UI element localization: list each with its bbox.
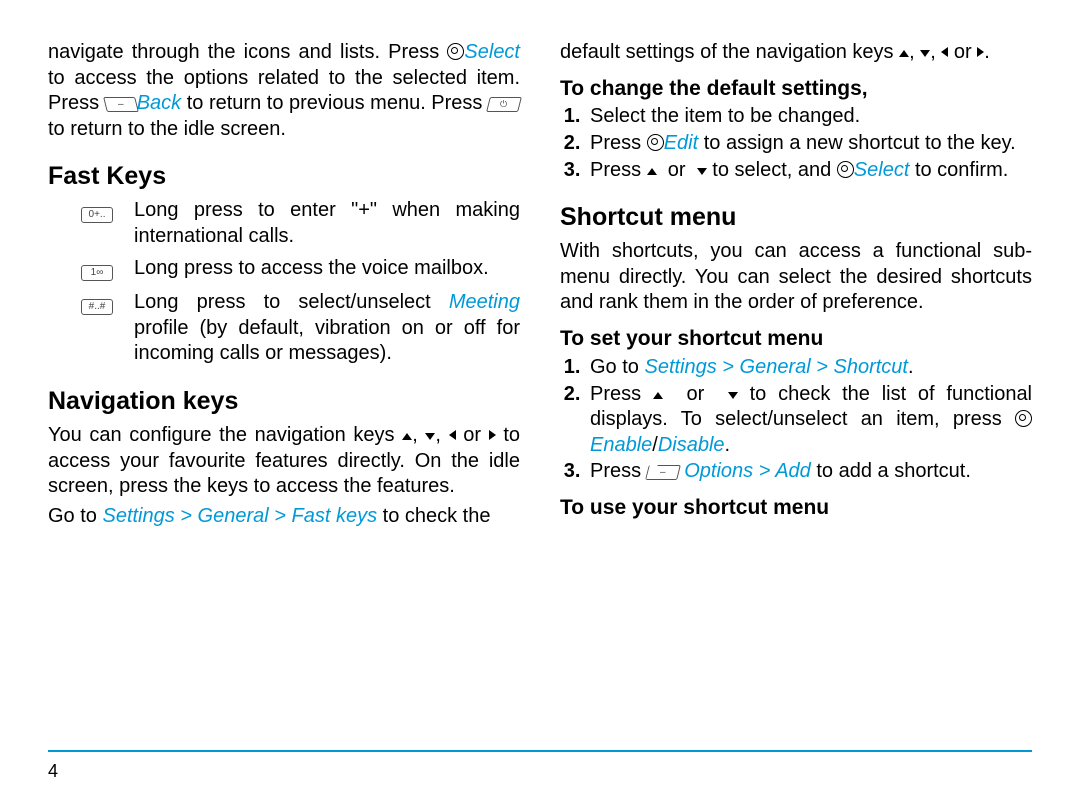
- key-0: 0+..: [81, 207, 113, 223]
- left-column: navigate through the icons and lists. Pr…: [48, 40, 520, 533]
- set-shortcut-steps: Go to Settings > General > Shortcut. Pre…: [560, 355, 1032, 485]
- softkey-end-icon: ⏻: [486, 97, 522, 112]
- meeting-profile: Meeting: [449, 291, 520, 313]
- shortcut-paragraph: With shortcuts, you can access a functio…: [560, 239, 1032, 316]
- up-icon: [653, 392, 663, 399]
- list-item: Press or to check the list of functional…: [586, 382, 1032, 459]
- disable-action: Disable: [658, 434, 725, 456]
- edit-action: Edit: [664, 132, 698, 154]
- heading-navigation-keys: Navigation keys: [48, 385, 520, 417]
- page-number: 4: [48, 761, 58, 782]
- up-icon: [647, 168, 657, 175]
- back-action: Back: [137, 92, 181, 114]
- footer-rule: [48, 750, 1032, 752]
- nav-circle-icon: [447, 43, 464, 60]
- fast-key-row: 0+.. Long press to enter "+" when making…: [78, 198, 520, 249]
- key-1: 1∞: [81, 265, 113, 281]
- softkey-right-icon: –: [103, 97, 139, 112]
- up-icon: [402, 433, 412, 440]
- list-item: Press or to select, and Select to confir…: [586, 158, 1032, 184]
- heading-change-defaults: To change the default settings,: [560, 76, 1032, 103]
- down-icon: [920, 50, 930, 57]
- left-icon: [941, 47, 948, 57]
- change-defaults-steps: Select the item to be changed. Press Edi…: [560, 104, 1032, 183]
- continued-paragraph: default settings of the navigation keys …: [560, 40, 1032, 66]
- intro-paragraph: navigate through the icons and lists. Pr…: [48, 40, 520, 142]
- down-icon: [728, 392, 738, 399]
- select-action: Select: [464, 41, 520, 63]
- left-icon: [449, 430, 456, 440]
- right-column: default settings of the navigation keys …: [560, 40, 1032, 533]
- nav-circle-icon: [1015, 410, 1032, 427]
- heading-use-shortcut: To use your shortcut menu: [560, 495, 1032, 522]
- heading-set-shortcut: To set your shortcut menu: [560, 326, 1032, 353]
- down-icon: [697, 168, 707, 175]
- fast-key-row: 1∞ Long press to access the voice mailbo…: [78, 256, 520, 285]
- nav-circle-icon: [837, 161, 854, 178]
- nav-paragraph-1: You can configure the navigation keys , …: [48, 423, 520, 500]
- options-add-action: Options > Add: [679, 460, 811, 482]
- right-icon: [977, 47, 984, 57]
- select-action: Select: [854, 159, 910, 181]
- list-item: Press – Options > Add to add a shortcut.: [586, 459, 1032, 485]
- key-hash: #..#: [81, 299, 113, 315]
- up-icon: [899, 50, 909, 57]
- heading-shortcut-menu: Shortcut menu: [560, 201, 1032, 233]
- list-item: Press Edit to assign a new shortcut to t…: [586, 131, 1032, 157]
- list-item: Go to Settings > General > Shortcut.: [586, 355, 1032, 381]
- softkey-left-icon: –: [645, 465, 681, 480]
- fast-key-row: #..# Long press to select/unselect Meeti…: [78, 290, 520, 367]
- settings-path-shortcut: Settings > General > Shortcut: [644, 356, 908, 378]
- enable-action: Enable: [590, 434, 652, 456]
- settings-path-fastkeys: Settings > General > Fast keys: [102, 505, 377, 527]
- nav-circle-icon: [647, 134, 664, 151]
- down-icon: [425, 433, 435, 440]
- right-icon: [489, 430, 496, 440]
- heading-fast-keys: Fast Keys: [48, 160, 520, 192]
- nav-paragraph-2: Go to Settings > General > Fast keys to …: [48, 504, 520, 530]
- list-item: Select the item to be changed.: [586, 104, 1032, 130]
